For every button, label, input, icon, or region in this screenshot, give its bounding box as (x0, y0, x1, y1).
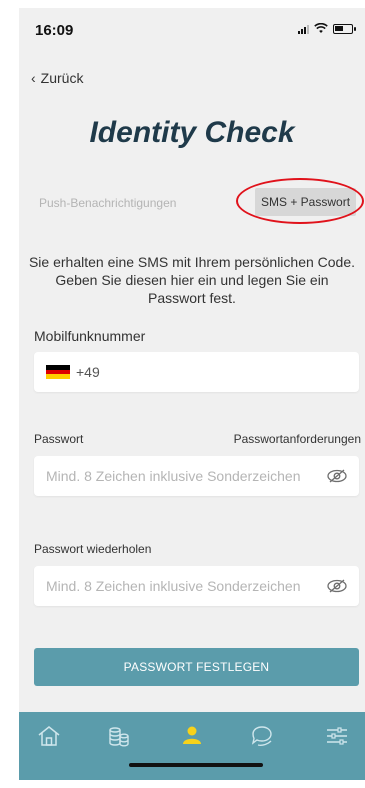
status-time: 16:09 (35, 22, 74, 39)
back-label: Zurück (40, 70, 84, 86)
password-repeat-field[interactable] (34, 566, 359, 606)
toggle-option-sms-password[interactable]: SMS + Passwort (255, 188, 357, 216)
eye-icon[interactable] (327, 579, 347, 593)
toggle-option-push[interactable]: Push-Benachrichtigungen (39, 196, 176, 210)
settings-sliders-icon[interactable] (323, 722, 351, 750)
phone-label: Mobilfunknummer (34, 328, 146, 344)
phone-prefix: +49 (76, 364, 100, 380)
home-indicator[interactable] (129, 763, 263, 767)
info-text: Sie erhalten eine SMS mit Ihrem persönli… (28, 254, 356, 306)
auth-method-toggle: Push-Benachrichtigungen SMS + Passwort (19, 188, 365, 218)
flag-germany-icon[interactable] (46, 365, 70, 379)
password-repeat-input[interactable] (46, 578, 327, 594)
home-icon[interactable] (35, 722, 63, 750)
app-frame: 16:09 ‹ Zurück Identity Check Push-Benac… (0, 0, 365, 788)
submit-password-button[interactable]: PASSWORT FESTLEGEN (34, 648, 359, 686)
bottom-tab-bar (19, 712, 365, 780)
eye-icon[interactable] (327, 469, 347, 483)
cellular-signal-icon (298, 24, 309, 34)
battery-icon (333, 23, 356, 34)
chevron-left-icon: ‹ (31, 70, 36, 86)
back-button[interactable]: ‹ Zurück (31, 70, 83, 86)
page-title: Identity Check (89, 116, 295, 149)
password-repeat-label: Passwort wiederholen (34, 542, 152, 556)
password-requirements-link[interactable]: Passwortanforderungen (234, 432, 361, 446)
status-icons (298, 23, 356, 34)
chat-icon[interactable] (248, 722, 276, 750)
coins-icon[interactable] (105, 722, 133, 750)
phone-screen: 16:09 ‹ Zurück Identity Check Push-Benac… (19, 8, 365, 780)
status-bar: 16:09 (19, 8, 365, 52)
wifi-icon (314, 23, 328, 33)
password-label: Passwort (34, 432, 84, 446)
phone-field[interactable]: +49 (34, 352, 359, 392)
password-input[interactable] (46, 468, 327, 484)
password-field[interactable] (34, 456, 359, 496)
profile-icon[interactable] (178, 722, 206, 750)
